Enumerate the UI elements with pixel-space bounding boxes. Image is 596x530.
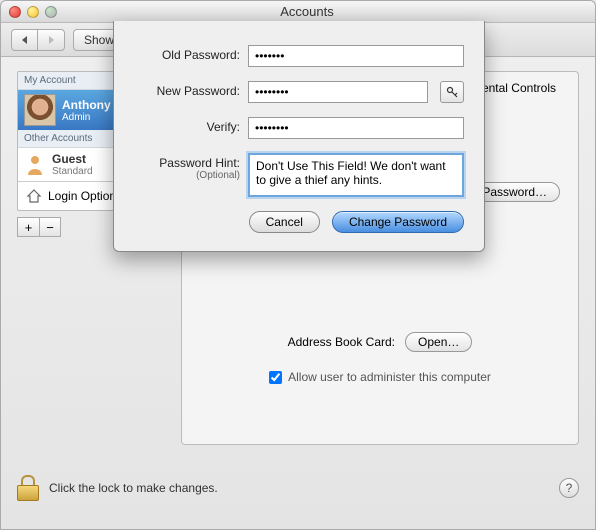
key-icon — [446, 86, 458, 98]
account-name: Anthony — [62, 98, 111, 112]
old-password-input[interactable] — [248, 45, 464, 67]
account-name: Guest — [52, 152, 93, 166]
guest-icon — [24, 154, 46, 176]
close-window-button[interactable] — [9, 6, 21, 18]
back-button[interactable] — [12, 30, 38, 50]
verify-password-input[interactable] — [248, 117, 464, 139]
forward-button[interactable] — [38, 30, 64, 50]
admin-checkbox[interactable] — [269, 371, 282, 384]
new-password-label: New Password: — [134, 81, 240, 98]
titlebar: Accounts — [1, 1, 595, 23]
avatar-icon — [24, 94, 56, 126]
password-hint-input[interactable] — [248, 153, 464, 197]
account-role: Standard — [52, 166, 93, 177]
remove-account-button[interactable]: − — [39, 217, 61, 237]
house-icon — [26, 188, 42, 204]
password-assistant-button[interactable] — [440, 81, 464, 103]
cancel-button[interactable]: Cancel — [249, 211, 320, 233]
lock-row: Click the lock to make changes. ? — [17, 475, 579, 501]
help-button[interactable]: ? — [559, 478, 579, 498]
change-password-sheet: Old Password: New Password: Verify: Pass… — [113, 21, 485, 252]
admin-checkbox-label: Allow user to administer this computer — [288, 370, 491, 384]
account-role: Admin — [62, 112, 111, 123]
change-password-button[interactable]: Change Password — [332, 211, 464, 233]
lock-text: Click the lock to make changes. — [49, 481, 218, 495]
minimize-window-button[interactable] — [27, 6, 39, 18]
hint-label: Password Hint: (Optional) — [134, 153, 240, 181]
window-title: Accounts — [67, 4, 547, 19]
address-book-label: Address Book Card: — [288, 335, 395, 349]
open-address-book-button[interactable]: Open… — [405, 332, 472, 352]
login-options-label: Login Options — [48, 189, 122, 203]
nav-segment — [11, 29, 65, 51]
window-controls — [9, 6, 57, 18]
accounts-window: Accounts Show All My Account Anthony — [0, 0, 596, 530]
verify-label: Verify: — [134, 117, 240, 134]
add-account-button[interactable]: + — [17, 217, 39, 237]
back-arrow-icon — [20, 35, 30, 45]
old-password-label: Old Password: — [134, 45, 240, 62]
new-password-input[interactable] — [248, 81, 428, 103]
zoom-window-button[interactable] — [45, 6, 57, 18]
forward-arrow-icon — [46, 35, 56, 45]
lock-icon[interactable] — [17, 475, 39, 501]
